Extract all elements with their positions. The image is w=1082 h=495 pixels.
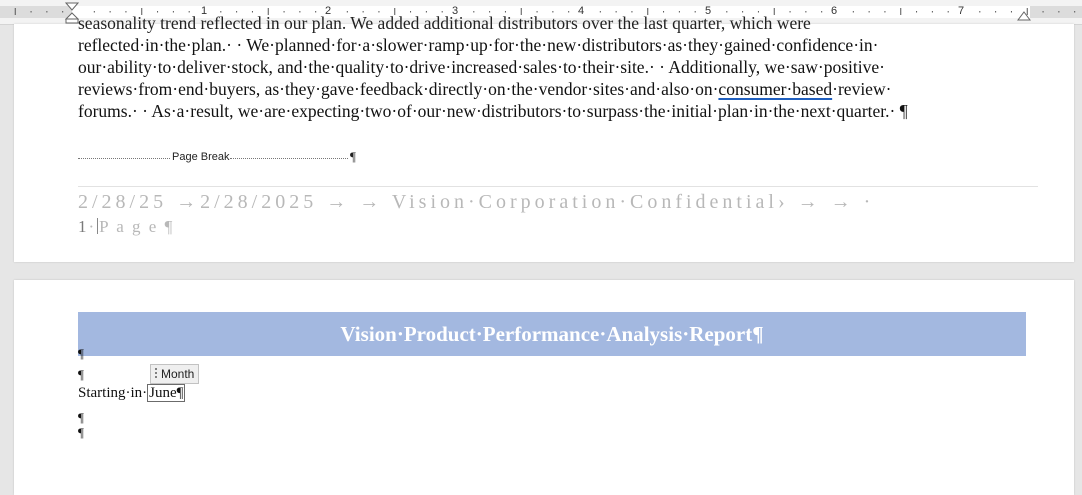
ruler-tick <box>30 11 32 13</box>
body-text-partial-line[interactable]: seasonality trend reflected in our plan.… <box>78 12 1038 34</box>
body-text-line[interactable]: our·ability·to·deliver·stock, and·the·qu… <box>78 56 1038 78</box>
body-text-line[interactable]: reflected·in·the·plan.· · We·planned·for… <box>78 34 1038 56</box>
body-text-segment: reviews·from·end·buyers, as·they·gave·fe… <box>78 79 719 99</box>
report-title[interactable]: Vision·Product·Performance·Analysis·Repo… <box>78 312 1026 356</box>
page-break-dotted-line <box>78 158 170 159</box>
empty-paragraph-mark[interactable]: ¶ <box>78 410 84 426</box>
body-text-segment: ·review· <box>832 79 892 99</box>
content-control-title: Month <box>161 367 195 381</box>
document-page-1[interactable]: seasonality trend reflected in our plan.… <box>14 13 1074 262</box>
first-line-indent-marker-icon[interactable] <box>65 2 79 24</box>
page-number-value: 1 <box>78 217 89 236</box>
page-break-marker[interactable]: Page Break ¶ <box>78 149 378 165</box>
footer-text[interactable]: 2/28/25 →2/28/2025 → → Vision·Corporatio… <box>78 191 1048 214</box>
body-text-line[interactable]: forums.· · As·a·result, we·are·expecting… <box>78 100 1038 122</box>
ruler-tick <box>62 11 64 13</box>
pilcrow-mark: ¶ <box>350 149 356 164</box>
empty-paragraph-mark[interactable]: ¶ <box>78 346 84 362</box>
pilcrow-mark: ¶ <box>176 385 184 401</box>
empty-paragraph-mark[interactable]: ¶ <box>78 367 84 383</box>
proofing-underlined-text[interactable]: consumer·based <box>718 79 832 99</box>
ruler-tick <box>14 8 16 15</box>
starting-label: Starting·in· <box>78 385 148 401</box>
month-value: June <box>149 385 177 401</box>
footer-separator-dot: · <box>88 217 97 236</box>
page-break-label: Page Break <box>170 151 232 163</box>
empty-paragraph-mark[interactable]: ¶ <box>78 425 84 441</box>
ruler-tick <box>1058 11 1060 13</box>
drag-handle-icon[interactable] <box>154 367 158 379</box>
footer-separator <box>78 186 1038 187</box>
ruler-tick <box>46 11 48 13</box>
document-page-2[interactable]: Vision·Product·Performance·Analysis·Repo… <box>14 280 1074 495</box>
page-word: P a g e ¶ <box>99 217 175 236</box>
ruler-tick <box>1042 11 1044 13</box>
month-content-control[interactable]: June¶ <box>147 384 186 402</box>
content-control-tag[interactable]: Month <box>150 364 200 384</box>
ruler-tick <box>1074 11 1076 13</box>
starting-month-line[interactable]: Starting·in· June¶ <box>78 384 186 402</box>
body-text-line[interactable]: reviews·from·end·buyers, as·they·gave·fe… <box>78 78 1038 100</box>
footer-page-number[interactable]: 1· P a g e ¶ <box>78 217 174 237</box>
page-break-dotted-line <box>230 158 348 159</box>
